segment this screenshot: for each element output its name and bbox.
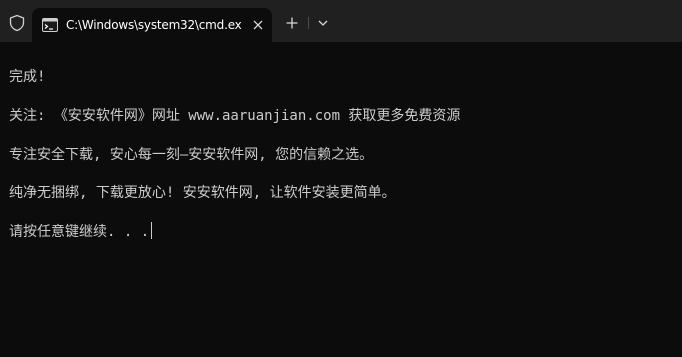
output-line: 完成! (9, 69, 46, 85)
close-icon[interactable] (250, 17, 266, 33)
command-prompt-icon (42, 18, 58, 32)
tab-strip: C:\Windows\system32\cmd.ex (0, 0, 682, 42)
tab-divider (308, 17, 309, 29)
terminal-output[interactable]: 完成! 关注: 《安安软件网》网址 www.aaruanjian.com 获取更… (0, 42, 682, 357)
tab-title: C:\Windows\system32\cmd.ex (66, 18, 242, 32)
prompt-line: 请按任意键继续. . . (9, 222, 153, 240)
output-line: 纯净无捆绑, 下载更放心! 安安软件网, 让软件安装更简单。 (9, 185, 396, 201)
prompt-text: 请按任意键继续. . . (9, 224, 150, 240)
tab-cmd[interactable]: C:\Windows\system32\cmd.ex (32, 8, 272, 42)
terminal-window: C:\Windows\system32\cmd.ex 完成! 关注: 《安安软件… (0, 0, 682, 357)
chevron-down-icon[interactable] (316, 17, 330, 29)
shield-icon[interactable] (8, 14, 26, 32)
output-line: 专注安全下载, 安心每一刻—安安软件网, 您的信赖之选。 (9, 147, 374, 163)
plus-icon[interactable] (284, 15, 300, 31)
output-line: 关注: 《安安软件网》网址 www.aaruanjian.com 获取更多免费资… (9, 108, 461, 124)
text-cursor (151, 222, 153, 239)
